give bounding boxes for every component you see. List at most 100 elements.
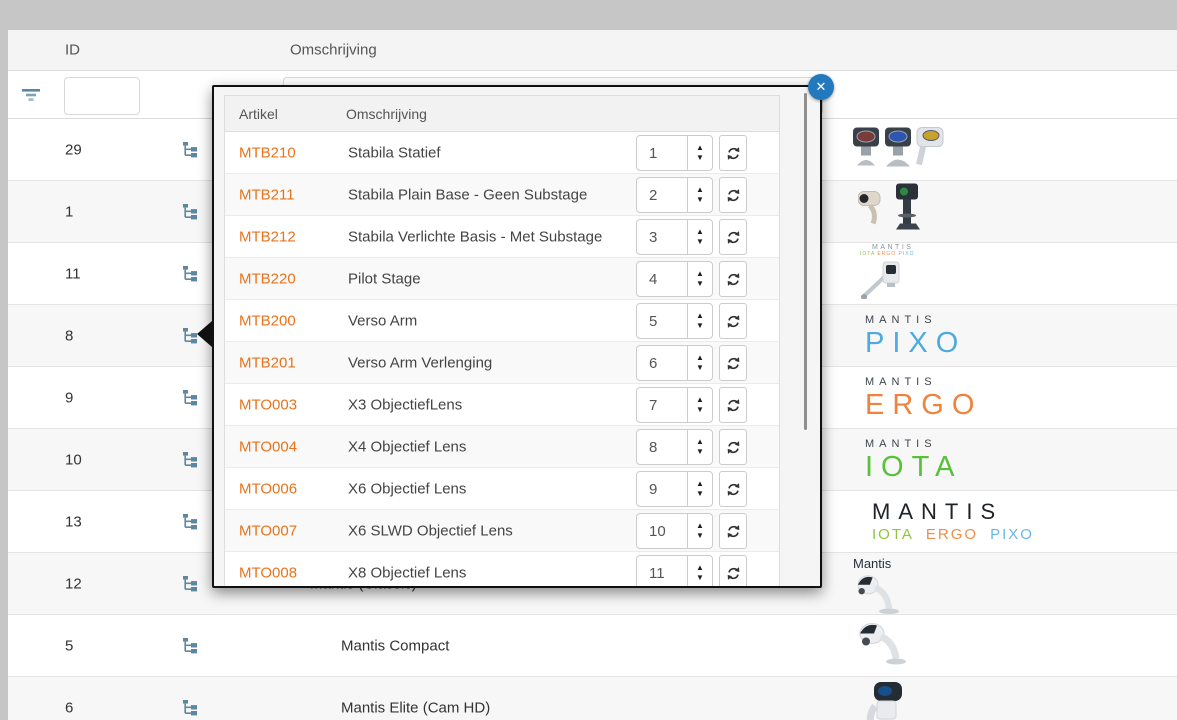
spinner-down-icon[interactable]: ▼: [696, 490, 704, 498]
spinner-up-icon[interactable]: ▲: [696, 354, 704, 362]
spinner-down-icon[interactable]: ▼: [696, 196, 704, 204]
spinner-up-icon[interactable]: ▲: [696, 144, 704, 152]
quantity-input[interactable]: [637, 136, 688, 170]
artikel-omschrijving: X3 ObjectiefLens: [348, 396, 463, 413]
spinner-up-icon[interactable]: ▲: [696, 228, 704, 236]
artikel-link[interactable]: MTO003: [239, 396, 297, 413]
spinner-up-icon[interactable]: ▲: [696, 480, 704, 488]
modal-row: MTO003 X3 ObjectiefLens ▲▼: [225, 384, 779, 426]
quantity-input[interactable]: [637, 304, 688, 338]
artikel-link[interactable]: MTB220: [239, 270, 296, 287]
row-id: 5: [65, 637, 74, 654]
spinner: ▲ ▼: [687, 472, 712, 506]
logo-mantis-ergo: MANTIS ERGO: [865, 375, 983, 421]
spinner-down-icon[interactable]: ▼: [696, 238, 704, 246]
spinner-up-icon[interactable]: ▲: [696, 522, 704, 530]
modal-row: MTB220 Pilot Stage ▲▼: [225, 258, 779, 300]
refresh-button[interactable]: [719, 177, 747, 213]
tree-structure-icon[interactable]: [182, 637, 199, 654]
quantity-input[interactable]: [637, 178, 688, 212]
quantity-input[interactable]: [637, 220, 688, 254]
quantity-input-group: ▲▼: [636, 513, 713, 549]
refresh-icon: [727, 440, 739, 454]
logo-mantis-iota: MANTIS IOTA: [865, 437, 963, 483]
tree-structure-icon[interactable]: [182, 699, 199, 716]
tree-structure-icon[interactable]: [182, 141, 199, 158]
spinner-down-icon[interactable]: ▼: [696, 448, 704, 456]
artikel-link[interactable]: MTB210: [239, 144, 296, 161]
id-filter-input[interactable]: [64, 77, 140, 115]
tree-structure-icon[interactable]: [182, 451, 199, 468]
spinner-up-icon[interactable]: ▲: [696, 396, 704, 404]
close-icon[interactable]: ✕: [808, 74, 834, 100]
quantity-input-group: ▲▼: [636, 345, 713, 381]
refresh-button[interactable]: [719, 555, 747, 586]
artikel-omschrijving: Verso Arm: [348, 312, 418, 329]
table-row[interactable]: 5 Mantis Compact: [8, 615, 1177, 677]
app-window: ID Omschrijving 29 1 11 MANTIS IOTA ERGO…: [0, 0, 1177, 720]
spinner-up-icon[interactable]: ▲: [696, 438, 704, 446]
artikel-link[interactable]: MTB201: [239, 354, 296, 371]
refresh-button[interactable]: [719, 261, 747, 297]
refresh-button[interactable]: [719, 471, 747, 507]
row-id: 10: [65, 451, 82, 468]
row-omschrijving: Mantis Compact: [341, 637, 450, 654]
spinner-down-icon[interactable]: ▼: [696, 280, 704, 288]
artikel-link[interactable]: MTO006: [239, 480, 297, 497]
product-image-mantis-elite: [860, 682, 910, 720]
artikel-omschrijving: Verso Arm Verlenging: [348, 354, 493, 371]
spinner-up-icon[interactable]: ▲: [696, 270, 704, 278]
tree-structure-icon[interactable]: [182, 389, 199, 406]
refresh-button[interactable]: [719, 387, 747, 423]
refresh-button[interactable]: [719, 513, 747, 549]
spinner-up-icon[interactable]: ▲: [696, 312, 704, 320]
quantity-input[interactable]: [637, 430, 688, 464]
spinner-up-icon[interactable]: ▲: [696, 186, 704, 194]
spinner-down-icon[interactable]: ▼: [696, 574, 704, 582]
artikel-link[interactable]: MTO008: [239, 564, 297, 581]
tree-structure-icon[interactable]: [182, 265, 199, 282]
artikel-link[interactable]: MTB211: [239, 186, 295, 203]
refresh-button[interactable]: [719, 303, 747, 339]
modal-table: Artikel Omschrijving MTB210 Stabila Stat…: [224, 95, 780, 586]
quantity-input-group: ▲▼: [636, 387, 713, 423]
modal-row: MTB200 Verso Arm ▲ ▼: [225, 300, 779, 342]
quantity-input[interactable]: [637, 388, 688, 422]
artikel-link[interactable]: MTO004: [239, 438, 297, 455]
artikel-link[interactable]: MTB200: [239, 312, 296, 329]
spinner-up-icon[interactable]: ▲: [696, 564, 704, 572]
quantity-input[interactable]: [637, 556, 688, 586]
table-row[interactable]: 6 Mantis Elite (Cam HD): [8, 677, 1177, 720]
artikel-link[interactable]: MTB212: [239, 228, 296, 245]
spinner-down-icon[interactable]: ▼: [696, 532, 704, 540]
refresh-icon: [727, 230, 739, 244]
refresh-button[interactable]: [719, 219, 747, 255]
spinner-down-icon[interactable]: ▼: [696, 154, 704, 162]
refresh-button[interactable]: [719, 429, 747, 465]
modal-scrollbar-thumb[interactable]: [804, 93, 807, 430]
refresh-button[interactable]: [719, 345, 747, 381]
product-image-mantis-trio: [853, 124, 948, 175]
quantity-input[interactable]: [637, 346, 688, 380]
tree-structure-icon[interactable]: [182, 513, 199, 530]
quantity-input-group: ▲▼: [636, 177, 713, 213]
refresh-icon: [727, 482, 739, 496]
quantity-input[interactable]: [637, 472, 688, 506]
filter-icon[interactable]: [22, 88, 40, 102]
artikel-link[interactable]: MTO007: [239, 522, 297, 539]
tree-structure-icon[interactable]: [182, 575, 199, 592]
quantity-input-group: ▲▼: [636, 219, 713, 255]
row-id: 9: [65, 389, 74, 406]
logo-mantis-pixo: MANTIS PIXO: [865, 313, 967, 359]
refresh-button[interactable]: [719, 135, 747, 171]
spinner-down-icon[interactable]: ▼: [696, 406, 704, 414]
tree-structure-icon[interactable]: [182, 203, 199, 220]
modal-header-row: Artikel Omschrijving: [225, 96, 779, 132]
spinner-down-icon[interactable]: ▼: [696, 364, 704, 372]
product-image-mantis-compact: [858, 620, 910, 671]
header-id: ID: [65, 41, 80, 59]
quantity-input[interactable]: [637, 262, 688, 296]
quantity-input[interactable]: [637, 514, 688, 548]
product-image-mantis-arm: MANTIS IOTA ERGO PIXO: [860, 244, 915, 304]
spinner-down-icon[interactable]: ▼: [696, 322, 704, 330]
